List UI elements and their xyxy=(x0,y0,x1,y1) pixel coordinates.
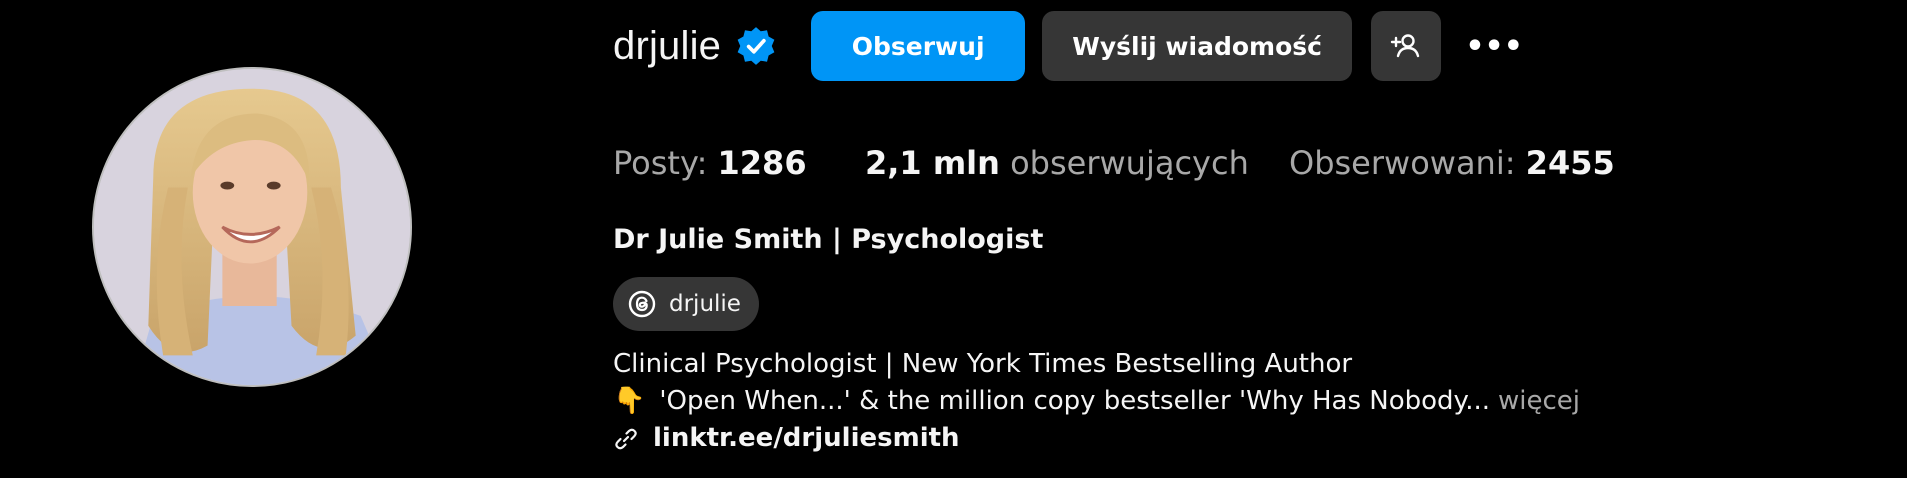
profile-header: drjulie Obserwuj Wyślij wiadomość ••• xyxy=(613,10,1529,82)
username: drjulie xyxy=(613,23,722,68)
threads-handle: drjulie xyxy=(669,291,741,317)
profile-avatar[interactable] xyxy=(92,67,412,387)
posts-count: 1286 xyxy=(717,144,807,182)
external-link-text: linktr.ee/drjuliesmith xyxy=(653,423,960,453)
more-options-button[interactable]: ••• xyxy=(1459,11,1529,81)
following-label: Obserwowani: xyxy=(1289,144,1516,182)
followers-label: obserwujących xyxy=(1010,144,1249,182)
more-link[interactable]: więcej xyxy=(1498,383,1580,420)
send-message-button[interactable]: Wyślij wiadomość xyxy=(1042,11,1353,81)
threads-icon xyxy=(628,290,656,318)
suggest-accounts-button[interactable] xyxy=(1371,11,1442,81)
pointing-down-emoji: 👇 xyxy=(613,386,646,416)
full-name: Dr Julie Smith | Psychologist xyxy=(613,224,1044,255)
avatar-image xyxy=(94,69,410,385)
posts-stat: Posty: 1286 xyxy=(613,144,865,182)
bio-line-1: Clinical Psychologist | New York Times B… xyxy=(613,349,1353,379)
link-icon xyxy=(615,428,637,449)
followers-count: 2,1 mln xyxy=(865,144,1000,182)
followers-stat[interactable]: 2,1 mln obserwujących xyxy=(865,144,1289,182)
person-add-icon xyxy=(1390,34,1420,58)
posts-label: Posty: xyxy=(613,144,708,182)
bio: Clinical Psychologist | New York Times B… xyxy=(613,346,1580,457)
bio-line-2: 👇 'Open When...' & the million copy best… xyxy=(613,383,1580,420)
profile-stats: Posty: 1286 2,1 mln obserwujących Obserw… xyxy=(613,138,1615,188)
following-count: 2455 xyxy=(1525,144,1615,182)
bio-line-2-text: 'Open When...' & the million copy bestse… xyxy=(659,386,1491,416)
following-stat[interactable]: Obserwowani: 2455 xyxy=(1289,144,1615,182)
verified-badge-icon xyxy=(735,25,777,67)
threads-badge[interactable]: drjulie xyxy=(613,277,759,331)
external-link[interactable]: linktr.ee/drjuliesmith xyxy=(613,420,1580,457)
follow-button[interactable]: Obserwuj xyxy=(811,11,1026,81)
